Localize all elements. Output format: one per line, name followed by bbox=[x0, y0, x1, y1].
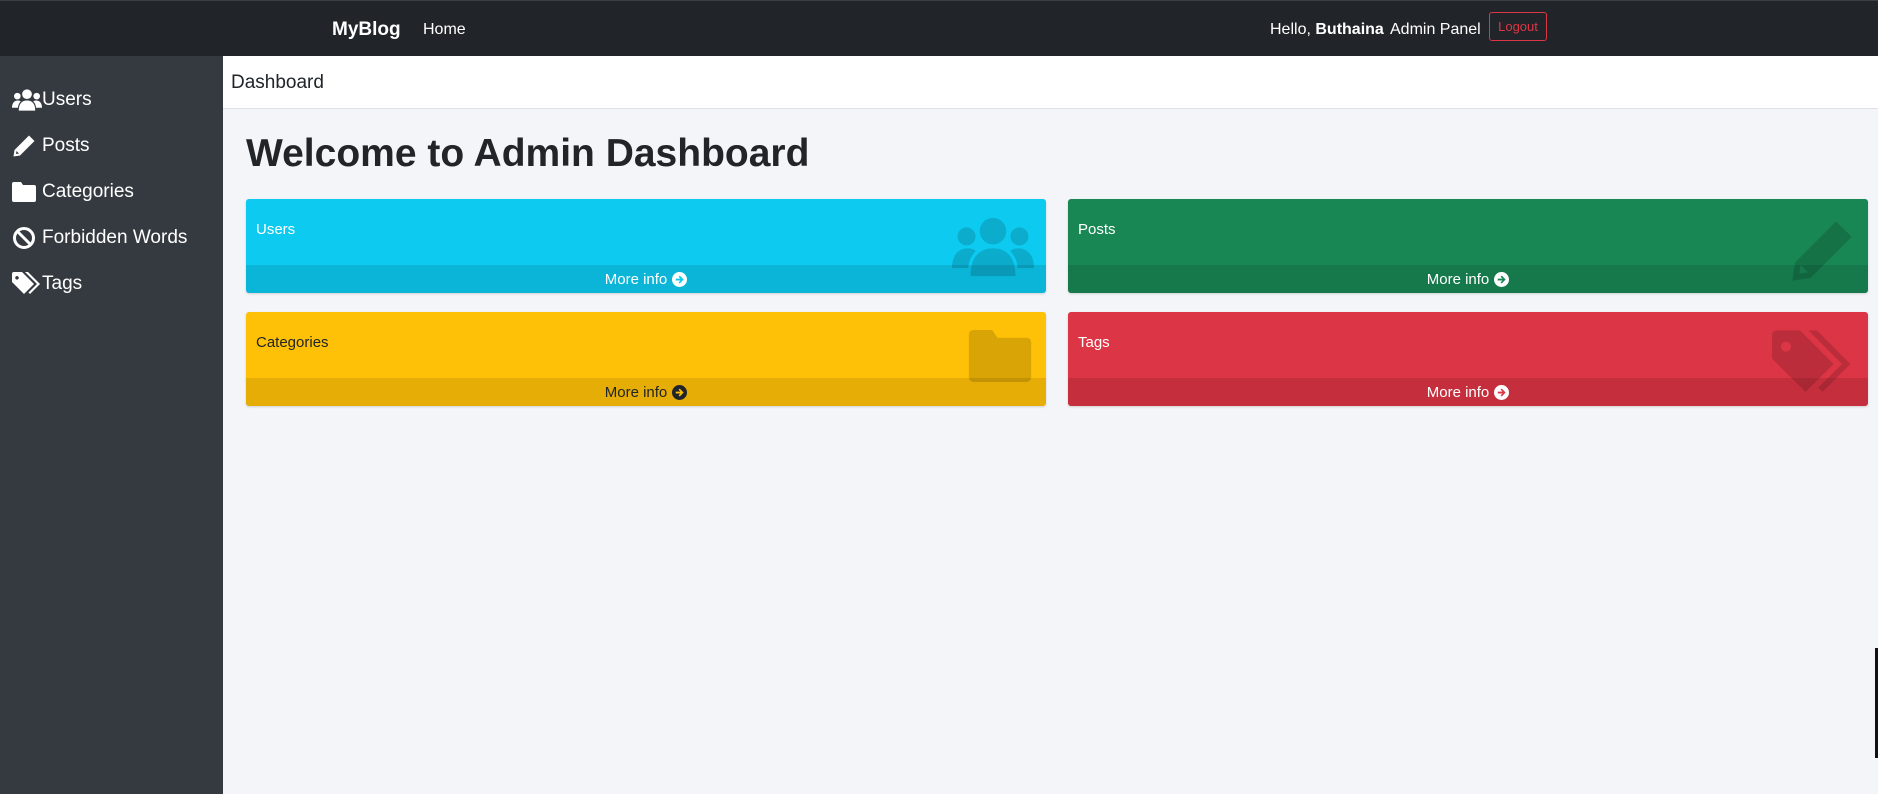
more-info-label: More info bbox=[1426, 270, 1490, 288]
breadcrumb-current: Dashboard bbox=[231, 72, 324, 93]
sidebar-item-posts[interactable]: Posts bbox=[12, 130, 90, 162]
sidebar-item-categories[interactable]: Categories bbox=[12, 176, 134, 208]
sidebar-item-label: Categories bbox=[42, 181, 134, 202]
more-info-label: More info bbox=[604, 383, 668, 401]
user-name: Buthaina bbox=[1315, 21, 1384, 38]
ban-icon bbox=[12, 225, 42, 251]
more-info-link[interactable]: More info bbox=[246, 265, 1046, 293]
breadcrumb: Dashboard bbox=[223, 56, 1878, 109]
more-info-link[interactable]: More info bbox=[1068, 265, 1868, 293]
sidebar-item-users[interactable]: Users bbox=[12, 84, 92, 116]
top-navbar: MyBlog Home Hello, Buthaina Admin Panel … bbox=[0, 0, 1878, 56]
info-box-label: Users bbox=[256, 221, 296, 238]
sidebar: Users Posts Categories Forbidden Words T… bbox=[0, 56, 223, 794]
arrow-circle-right-icon bbox=[1494, 384, 1510, 400]
sidebar-item-forbidden-words[interactable]: Forbidden Words bbox=[12, 222, 187, 254]
more-info-link[interactable]: More info bbox=[1068, 378, 1868, 406]
arrow-circle-right-icon bbox=[672, 384, 688, 400]
info-box-label: Categories bbox=[256, 334, 329, 351]
nav-home-link[interactable]: Home bbox=[423, 21, 466, 39]
tags-icon bbox=[12, 271, 42, 297]
info-box-label: Tags bbox=[1078, 334, 1110, 351]
more-info-link[interactable]: More info bbox=[246, 378, 1046, 406]
arrow-circle-right-icon bbox=[672, 271, 688, 287]
sidebar-item-label: Forbidden Words bbox=[42, 227, 188, 248]
users-info-box: Users More info bbox=[246, 199, 1046, 293]
greeting: Hello, Buthaina bbox=[1270, 21, 1384, 39]
brand-link[interactable]: MyBlog bbox=[332, 19, 401, 41]
more-info-label: More info bbox=[604, 270, 668, 288]
users-icon bbox=[12, 87, 42, 113]
tags-info-box: Tags More info bbox=[1068, 312, 1868, 406]
posts-info-box: Posts More info bbox=[1068, 199, 1868, 293]
logout-button[interactable]: Logout bbox=[1489, 12, 1547, 41]
arrow-circle-right-icon bbox=[1494, 271, 1510, 287]
info-box-label: Posts bbox=[1078, 221, 1116, 238]
greeting-prefix: Hello, bbox=[1270, 21, 1311, 38]
sidebar-item-tags[interactable]: Tags bbox=[12, 268, 82, 300]
folder-icon bbox=[12, 179, 42, 205]
page-title: Welcome to Admin Dashboard bbox=[246, 132, 810, 175]
sidebar-item-label: Users bbox=[42, 89, 92, 110]
categories-info-box: Categories More info bbox=[246, 312, 1046, 406]
pencil-icon bbox=[12, 133, 42, 159]
more-info-label: More info bbox=[1426, 383, 1490, 401]
sidebar-item-label: Tags bbox=[42, 273, 83, 294]
admin-panel-link[interactable]: Admin Panel bbox=[1390, 21, 1481, 39]
sidebar-item-label: Posts bbox=[42, 135, 90, 156]
